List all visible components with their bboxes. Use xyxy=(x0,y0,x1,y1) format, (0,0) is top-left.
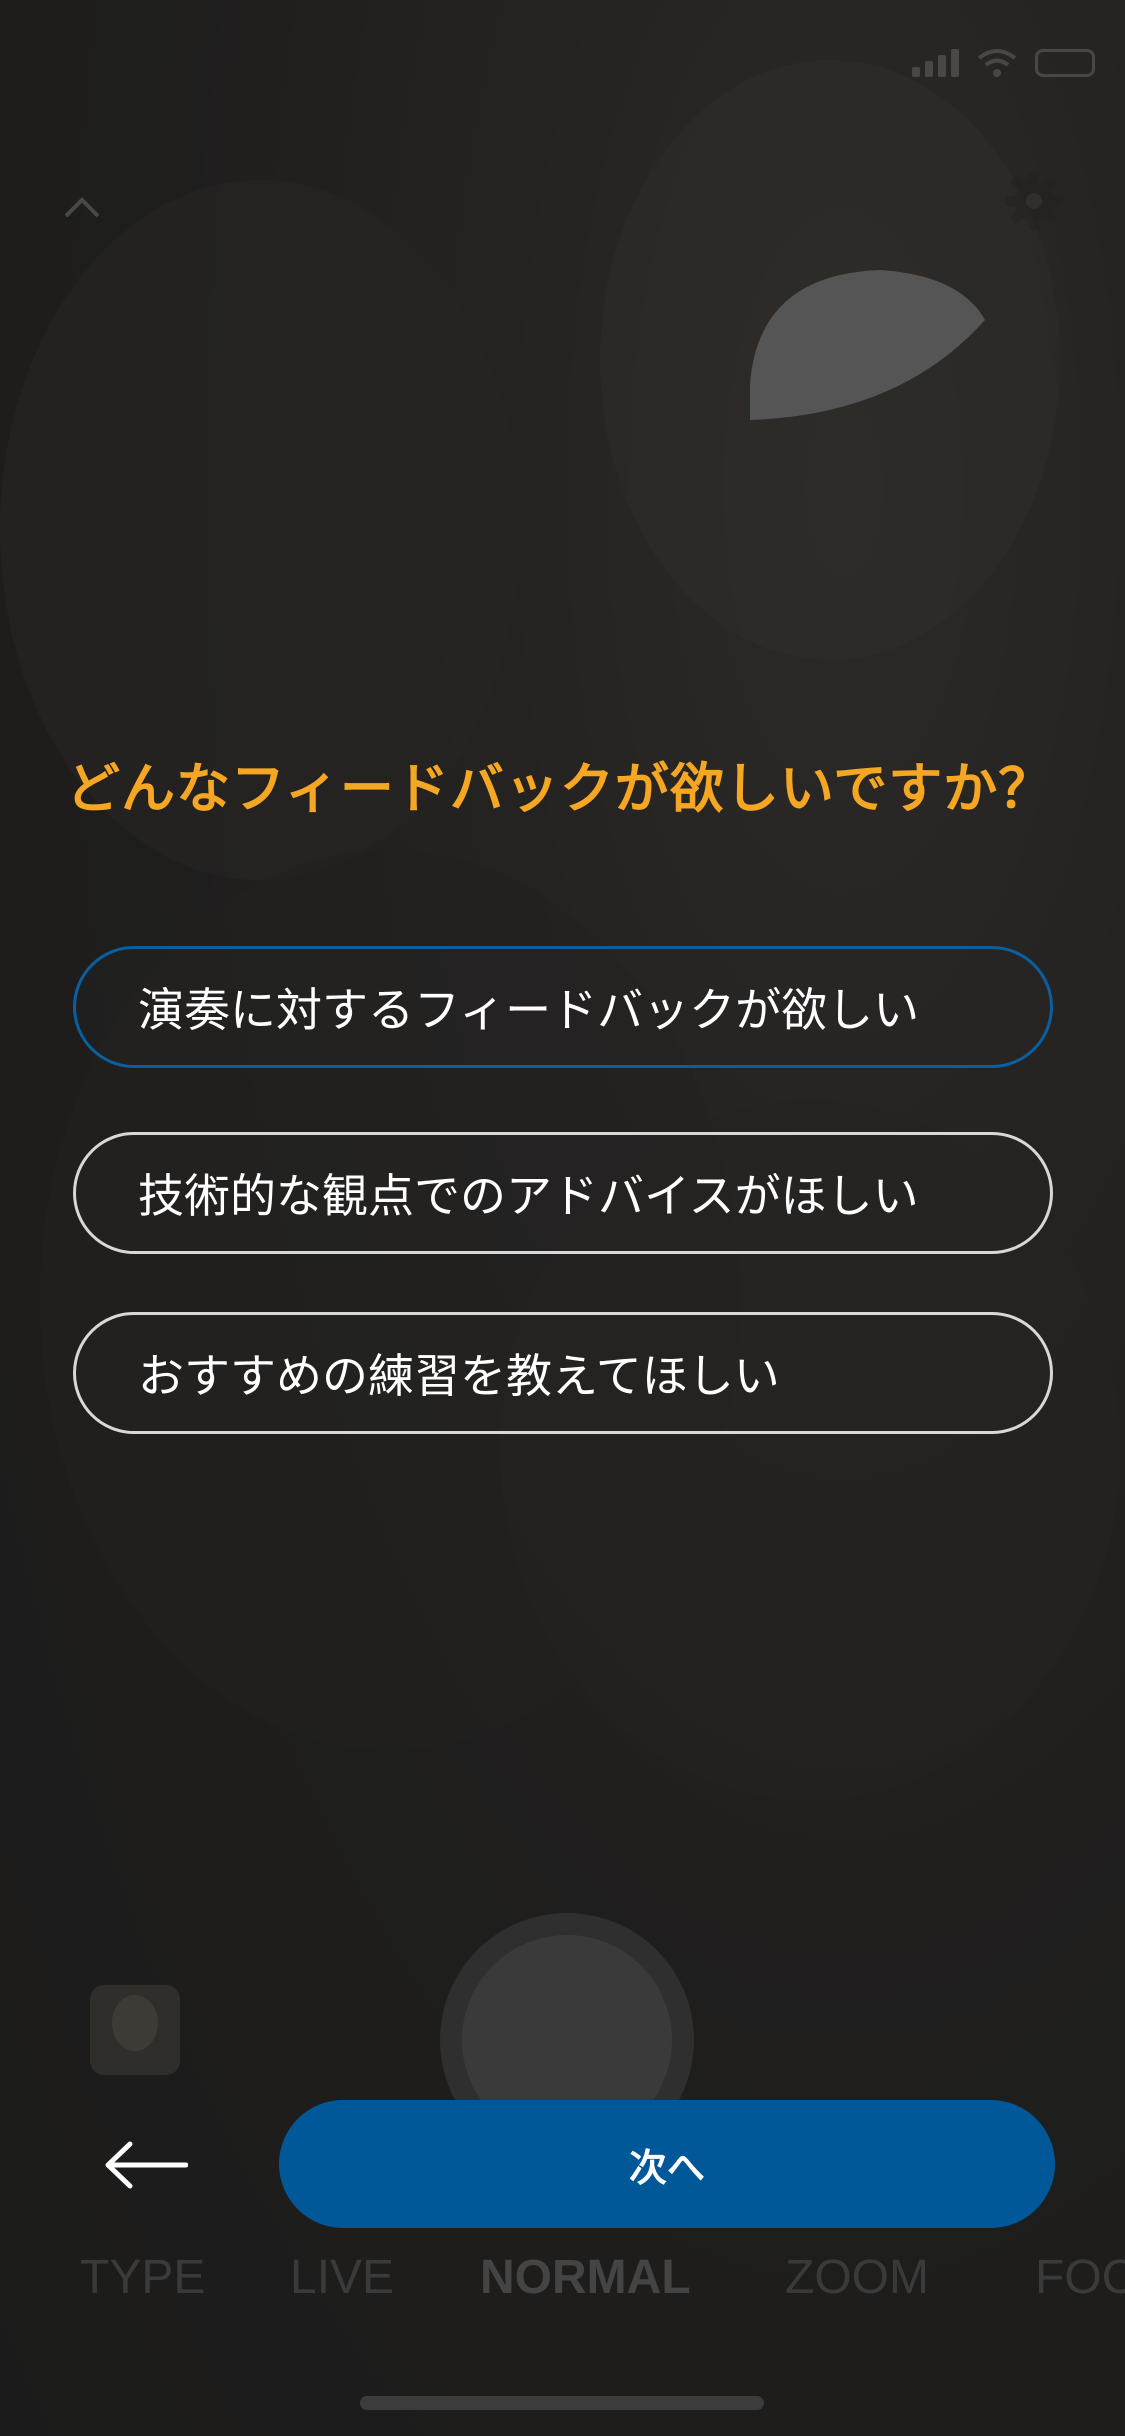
chevron-up-icon[interactable] xyxy=(62,188,102,228)
gear-icon[interactable] xyxy=(1003,170,1065,232)
battery-icon xyxy=(1035,49,1095,77)
option-label: 演奏に対するフィードバックが欲しい xyxy=(138,983,920,1037)
mode-normal: NORMAL xyxy=(480,2251,691,2304)
next-button-label: 次へ xyxy=(628,2145,705,2190)
gallery-thumbnail xyxy=(90,1985,180,2075)
wifi-icon xyxy=(977,49,1017,77)
option-label: 技術的な観点でのアドバイスがほしい xyxy=(138,1169,919,1223)
left-arrow-icon[interactable] xyxy=(104,2140,188,2190)
option-technical-advice[interactable]: 技術的な観点でのアドバイスがほしい xyxy=(73,1132,1053,1254)
status-bar xyxy=(912,48,1095,78)
mode-focus: FOC xyxy=(1035,2251,1125,2304)
guitar-pick-icon xyxy=(750,270,985,420)
option-performance-feedback[interactable]: 演奏に対するフィードバックが欲しい xyxy=(73,946,1053,1068)
mode-type: TYPE xyxy=(80,2251,206,2304)
home-indicator xyxy=(360,2396,764,2410)
option-recommended-practice[interactable]: おすすめの練習を教えてほしい xyxy=(73,1312,1053,1434)
next-button[interactable]: 次へ xyxy=(279,2100,1055,2228)
mode-live: LIVE xyxy=(290,2251,395,2304)
signal-icon xyxy=(912,49,959,77)
camera-mode-bar: TYPE LIVE NORMAL ZOOM FOC xyxy=(0,2250,1125,2310)
mode-zoom: ZOOM xyxy=(785,2251,929,2304)
question-title: どんなフィードバックが欲しいですか？ xyxy=(66,757,1054,820)
option-label: おすすめの練習を教えてほしい xyxy=(138,1349,780,1403)
